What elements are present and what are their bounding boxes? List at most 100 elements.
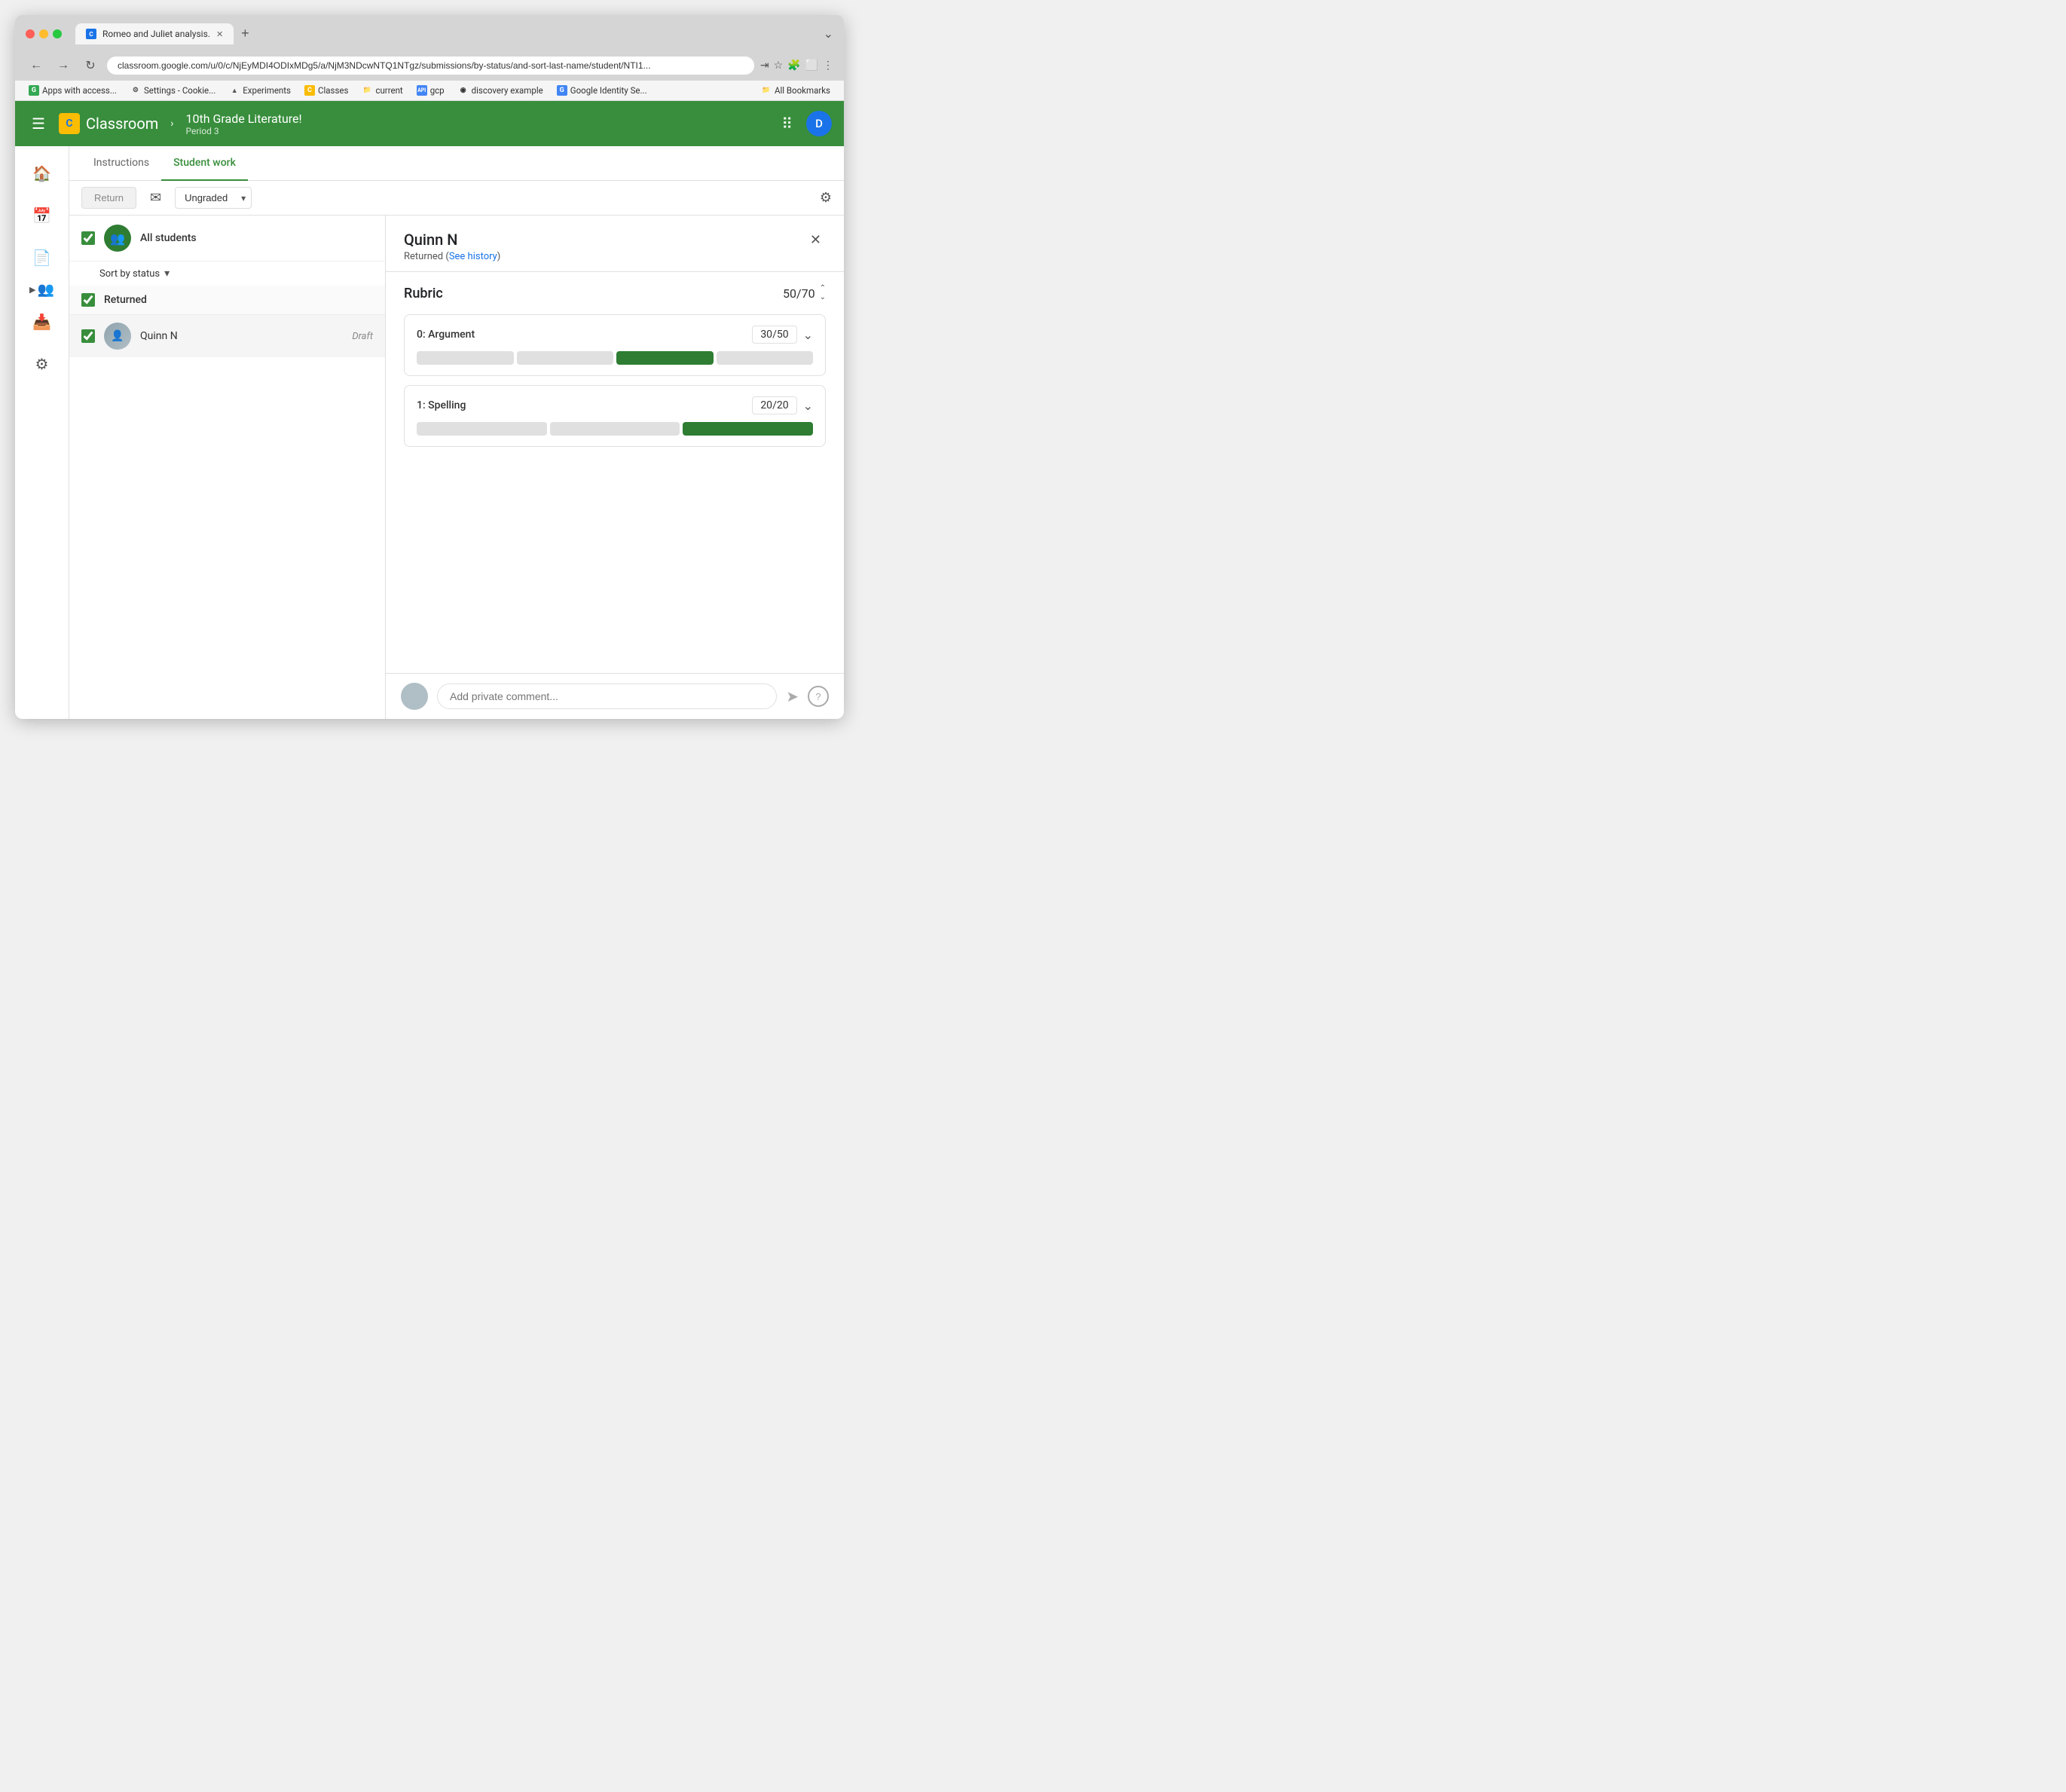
help-button[interactable]: ? (808, 686, 829, 707)
bookmark-api[interactable]: API gcp (414, 84, 448, 97)
extensions-icon[interactable]: 🧩 (787, 60, 800, 72)
breadcrumb-separator: › (170, 118, 173, 130)
profile-icon[interactable]: ⬜ (805, 60, 818, 72)
rubric-argument-score: 30/50 (752, 326, 796, 344)
main-layout: 🏠 📅 📄 ▶ 👥 📥 ⚙ Instructions (15, 146, 844, 719)
return-button[interactable]: Return (81, 187, 136, 209)
forward-button[interactable]: → (53, 55, 74, 76)
sidebar-item-people-expand[interactable]: ▶ 👥 (29, 282, 54, 298)
bookmark-icon[interactable]: ☆ (774, 60, 784, 72)
close-dot[interactable] (26, 29, 35, 38)
classroom-logo: C Classroom (59, 113, 158, 134)
tab-favicon: C (86, 29, 96, 39)
student-row-quinn[interactable]: 👤 Quinn N Draft (69, 314, 385, 357)
bookmark-apps[interactable]: G Apps with access... (26, 84, 120, 97)
bookmark-current[interactable]: 📁 current (359, 84, 405, 97)
scale-spelling-segment-2[interactable] (683, 422, 813, 436)
rubric-argument-scale (417, 351, 813, 365)
bookmark-all[interactable]: 📁 All Bookmarks (758, 84, 833, 97)
scale-spelling-segment-1[interactable] (550, 422, 680, 436)
rubric-spelling-score: 20/20 (752, 396, 796, 414)
tab-student-work[interactable]: Student work (161, 146, 248, 181)
bookmark-experiments-label: Experiments (243, 85, 291, 96)
bookmark-api-label: gcp (430, 85, 445, 96)
menu-icon[interactable]: ☰ (27, 110, 50, 137)
share-icon[interactable]: ⇥ (760, 60, 769, 72)
back-button[interactable]: ← (26, 55, 47, 76)
filter-select[interactable]: Ungraded (175, 187, 252, 209)
sidebar-item-assignments[interactable]: 📄 (24, 240, 60, 276)
close-submission-button[interactable]: ✕ (805, 231, 826, 249)
bookmark-google-identity[interactable]: G Google Identity Se... (554, 84, 650, 97)
scale-segment-0[interactable] (417, 351, 514, 365)
bookmarks-bar: G Apps with access... ⚙ Settings - Cooki… (15, 81, 844, 101)
bookmark-classes[interactable]: C Classes (301, 84, 351, 97)
bookmark-discovery-label: discovery example (472, 85, 543, 96)
classroom-logo-icon: C (59, 113, 80, 134)
bookmark-settings[interactable]: ⚙ Settings - Cookie... (127, 84, 219, 97)
scale-spelling-segment-0[interactable] (417, 422, 547, 436)
reload-button[interactable]: ↻ (80, 55, 101, 76)
email-button[interactable]: ✉ (144, 187, 167, 209)
bookmark-discovery[interactable]: ◉ discovery example (455, 84, 546, 97)
student-list-panel: 👥 All students Sort by status ▾ Returned (69, 216, 386, 719)
see-history-link[interactable]: See history (449, 251, 497, 262)
all-students-row: 👥 All students (69, 216, 385, 261)
comment-input[interactable] (437, 683, 777, 709)
sidebar: 🏠 📅 📄 ▶ 👥 📥 ⚙ (15, 146, 69, 719)
address-bar-icons: ⇥ ☆ 🧩 ⬜ ⋮ (760, 60, 833, 72)
bookmark-classes-icon: C (304, 85, 315, 96)
settings-button[interactable]: ⚙ (820, 190, 832, 206)
all-students-checkbox[interactable] (81, 231, 95, 245)
minimize-dot[interactable] (39, 29, 48, 38)
bookmark-experiments[interactable]: ▲ Experiments (226, 84, 294, 97)
scale-segment-3[interactable] (717, 351, 814, 365)
browser-window: C Romeo and Juliet analysis. ✕ + ⌄ ← → ↻… (15, 15, 844, 719)
user-avatar[interactable]: D (806, 111, 832, 136)
more-options-icon[interactable]: ⋮ (823, 60, 833, 72)
bookmark-experiments-icon: ▲ (229, 85, 240, 96)
all-students-avatar: 👥 (104, 225, 131, 252)
sort-label: Sort by status (99, 268, 160, 280)
app-header: ☰ C Classroom › 10th Grade Literature! P… (15, 101, 844, 146)
submission-student-name: Quinn N (404, 231, 500, 249)
rubric-item-argument: 0: Argument 30/50 ⌄ (404, 314, 826, 376)
send-comment-button[interactable]: ➤ (786, 687, 799, 706)
sidebar-item-calendar[interactable]: 📅 (24, 197, 60, 234)
bookmark-apps-label: Apps with access... (42, 85, 117, 96)
student-quinn-checkbox[interactable] (81, 329, 95, 343)
address-bar-row: ← → ↻ ⇥ ☆ 🧩 ⬜ ⋮ (15, 50, 844, 81)
student-quinn-avatar: 👤 (104, 323, 131, 350)
tab-instructions[interactable]: Instructions (81, 146, 161, 181)
sidebar-item-home[interactable]: 🏠 (24, 155, 60, 191)
bookmark-all-icon: 📁 (761, 85, 772, 96)
rubric-argument-expand-icon[interactable]: ⌄ (803, 328, 813, 342)
rubric-title: Rubric (404, 286, 783, 301)
apps-grid-icon[interactable]: ⠿ (777, 110, 797, 137)
rubric-spelling-header: 1: Spelling 20/20 ⌄ (417, 396, 813, 414)
comment-area: ➤ ? (386, 673, 844, 719)
sidebar-item-settings[interactable]: ⚙ (24, 346, 60, 382)
address-bar-input[interactable] (107, 57, 754, 75)
tab-close-icon[interactable]: ✕ (216, 29, 223, 39)
scale-segment-1[interactable] (517, 351, 614, 365)
bookmark-apps-icon: G (29, 85, 39, 96)
all-students-label: All students (140, 232, 197, 244)
panels: 👥 All students Sort by status ▾ Returned (69, 216, 844, 719)
browser-controls: C Romeo and Juliet analysis. ✕ + ⌄ (26, 23, 833, 44)
new-tab-button[interactable]: + (235, 23, 255, 44)
rubric-spelling-expand-icon[interactable]: ⌄ (803, 399, 813, 413)
submission-panel: Quinn N Returned (See history) ✕ Rubric (386, 216, 844, 719)
maximize-dot[interactable] (53, 29, 62, 38)
scale-segment-2[interactable] (616, 351, 714, 365)
submission-status-text: Returned (See history) (404, 251, 500, 262)
course-title: 10th Grade Literature! (186, 112, 302, 126)
sort-arrow-icon[interactable]: ▾ (164, 268, 170, 280)
browser-more-icon[interactable]: ⌄ (824, 26, 833, 41)
bookmark-settings-label: Settings - Cookie... (144, 85, 215, 96)
sidebar-item-archive[interactable]: 📥 (24, 304, 60, 340)
bookmark-discovery-icon: ◉ (458, 85, 469, 96)
active-tab[interactable]: C Romeo and Juliet analysis. ✕ (75, 23, 234, 44)
section-returned-checkbox[interactable] (81, 293, 95, 307)
rubric-stepper[interactable]: ⌃ ⌄ (820, 284, 826, 302)
